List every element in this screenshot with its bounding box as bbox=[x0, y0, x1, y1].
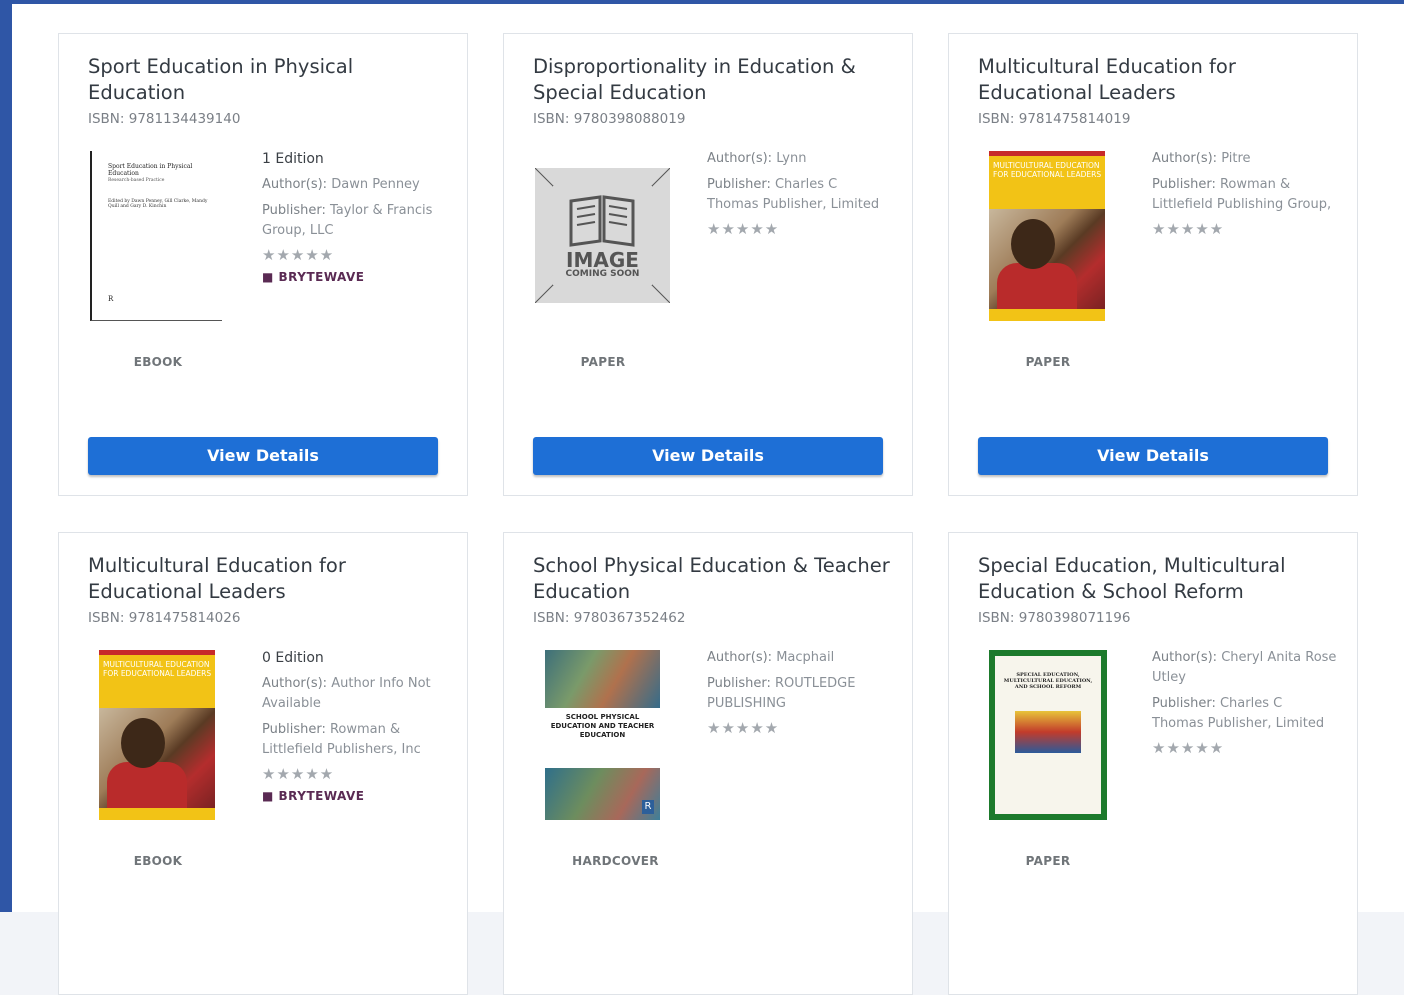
book-info: Author(s): Cheryl Anita Rose Utley Publi… bbox=[1152, 648, 1337, 758]
cover-red-stripe bbox=[99, 650, 215, 655]
book-cover[interactable]: SPECIAL EDUCATION, MULTICULTURAL EDUCATI… bbox=[989, 650, 1107, 820]
book-isbn: ISBN: 9780398088019 bbox=[533, 111, 686, 127]
book-cover[interactable]: MULTICULTURAL EDUCATION FOR EDUCATIONAL … bbox=[989, 151, 1105, 321]
book-edition: 1 Edition bbox=[262, 151, 324, 167]
book-isbn: ISBN: 9780367352462 bbox=[533, 610, 686, 626]
book-info: Author(s): Pitre Publisher: Rowman & Lit… bbox=[1152, 149, 1337, 239]
cover-title: MULTICULTURAL EDUCATION FOR EDUCATIONAL … bbox=[103, 660, 212, 678]
cover-artwork-top bbox=[545, 650, 660, 708]
book-edition: 0 Edition bbox=[262, 650, 324, 666]
book-cover-placeholder[interactable]: IMAGE COMING SOON bbox=[535, 168, 670, 303]
book-title[interactable]: Special Education, Multicultural Educati… bbox=[978, 553, 1338, 605]
cover-photo-shirt bbox=[997, 263, 1077, 309]
search-results: Sport Education in Physical Education IS… bbox=[12, 4, 1404, 995]
rating-stars: ★★★★★ bbox=[1152, 220, 1225, 238]
author-label: Author(s): bbox=[262, 676, 328, 691]
cover-photo bbox=[1015, 711, 1081, 753]
publisher-label: Publisher: bbox=[262, 203, 326, 218]
brytewave-badge: ■ BRYTEWAVE bbox=[262, 786, 447, 806]
brand-label: BRYTEWAVE bbox=[278, 270, 365, 284]
book-isbn: ISBN: 9780398071196 bbox=[978, 610, 1131, 626]
book-info: 0 Edition Author(s): Author Info Not Ava… bbox=[262, 648, 447, 806]
placeholder-coming-soon-text: COMING SOON bbox=[565, 269, 640, 279]
publisher-label: Publisher: bbox=[1152, 177, 1216, 192]
cover-title: SPECIAL EDUCATION, MULTICULTURAL EDUCATI… bbox=[1003, 672, 1093, 690]
book-format: EBOOK bbox=[133, 355, 183, 369]
rating-stars: ★★★★★ bbox=[262, 765, 335, 783]
publisher-label: Publisher: bbox=[707, 177, 771, 192]
publisher-label: Publisher: bbox=[1152, 696, 1216, 711]
book-info: Author(s): Lynn Publisher: Charles C Tho… bbox=[707, 149, 892, 239]
cover-red-stripe bbox=[989, 151, 1105, 156]
author-label: Author(s): bbox=[707, 650, 773, 665]
book-title[interactable]: Disproportionality in Education & Specia… bbox=[533, 54, 893, 106]
book-isbn: ISBN: 9781475814019 bbox=[978, 111, 1131, 127]
book-info: 1 Edition Author(s): Dawn Penney Publish… bbox=[262, 149, 447, 287]
rating-stars: ★★★★★ bbox=[262, 246, 335, 264]
book-card: School Physical Education & Teacher Educ… bbox=[503, 532, 913, 995]
author-label: Author(s): bbox=[707, 151, 773, 166]
cover-inner-panel: SPECIAL EDUCATION, MULTICULTURAL EDUCATI… bbox=[995, 656, 1101, 814]
book-author: Macphail bbox=[776, 650, 835, 665]
view-details-button[interactable]: View Details bbox=[88, 437, 438, 475]
publisher-label: Publisher: bbox=[262, 722, 326, 737]
open-book-icon bbox=[569, 195, 635, 247]
rating-stars: ★★★★★ bbox=[707, 719, 780, 737]
cover-editors: Edited by Dawn Penney, Gill Clarke, Mand… bbox=[108, 199, 208, 209]
book-card: Sport Education in Physical Education IS… bbox=[58, 33, 468, 496]
cover-title: MULTICULTURAL EDUCATION FOR EDUCATIONAL … bbox=[993, 161, 1102, 179]
view-details-button[interactable]: View Details bbox=[533, 437, 883, 475]
book-format: PAPER bbox=[1025, 355, 1071, 369]
view-details-button[interactable]: View Details bbox=[978, 437, 1328, 475]
book-cover[interactable]: Sport Education in Physical Education Re… bbox=[90, 151, 222, 321]
book-title[interactable]: School Physical Education & Teacher Educ… bbox=[533, 553, 893, 605]
book-isbn: ISBN: 9781475814026 bbox=[88, 610, 241, 626]
author-label: Author(s): bbox=[1152, 650, 1218, 665]
book-icon: ■ bbox=[262, 270, 274, 284]
book-title[interactable]: Sport Education in Physical Education bbox=[88, 54, 448, 106]
book-card: Special Education, Multicultural Educati… bbox=[948, 532, 1358, 995]
rating-stars: ★★★★★ bbox=[707, 220, 780, 238]
book-title[interactable]: Multicultural Education for Educational … bbox=[978, 54, 1338, 106]
publisher-logo: R bbox=[108, 295, 114, 303]
author-label: Author(s): bbox=[1152, 151, 1218, 166]
book-cover[interactable]: SCHOOL PHYSICAL EDUCATION AND TEACHER ED… bbox=[545, 650, 660, 820]
book-card: Disproportionality in Education & Specia… bbox=[503, 33, 913, 496]
book-format: EBOOK bbox=[133, 854, 183, 868]
book-cover[interactable]: MULTICULTURAL EDUCATION FOR EDUCATIONAL … bbox=[99, 650, 215, 820]
cover-title: SCHOOL PHYSICAL EDUCATION AND TEACHER ED… bbox=[550, 713, 655, 739]
book-isbn: ISBN: 9781134439140 bbox=[88, 111, 241, 127]
window-frame-left bbox=[0, 0, 12, 912]
book-author: Dawn Penney bbox=[331, 177, 420, 192]
book-author: Pitre bbox=[1221, 151, 1251, 166]
brytewave-badge: ■ BRYTEWAVE bbox=[262, 267, 447, 287]
cover-photo-face bbox=[121, 718, 165, 768]
book-info: Author(s): Macphail Publisher: ROUTLEDGE… bbox=[707, 648, 892, 738]
brand-label: BRYTEWAVE bbox=[278, 789, 365, 803]
book-title[interactable]: Multicultural Education for Educational … bbox=[88, 553, 448, 605]
book-icon: ■ bbox=[262, 789, 274, 803]
book-format: PAPER bbox=[580, 355, 626, 369]
book-format: HARDCOVER bbox=[572, 854, 659, 868]
cover-photo-face bbox=[1011, 219, 1055, 269]
book-author: Lynn bbox=[776, 151, 807, 166]
cover-photo-shirt bbox=[107, 762, 187, 808]
book-format: PAPER bbox=[1025, 854, 1071, 868]
book-card: Multicultural Education for Educational … bbox=[58, 532, 468, 995]
publisher-logo: R bbox=[642, 800, 654, 814]
rating-stars: ★★★★★ bbox=[1152, 739, 1225, 757]
cover-subtitle: Research-based Practice bbox=[108, 178, 165, 183]
author-label: Author(s): bbox=[262, 177, 328, 192]
book-card: Multicultural Education for Educational … bbox=[948, 33, 1358, 496]
cover-title: Sport Education in Physical Education bbox=[108, 163, 193, 177]
publisher-label: Publisher: bbox=[707, 676, 771, 691]
